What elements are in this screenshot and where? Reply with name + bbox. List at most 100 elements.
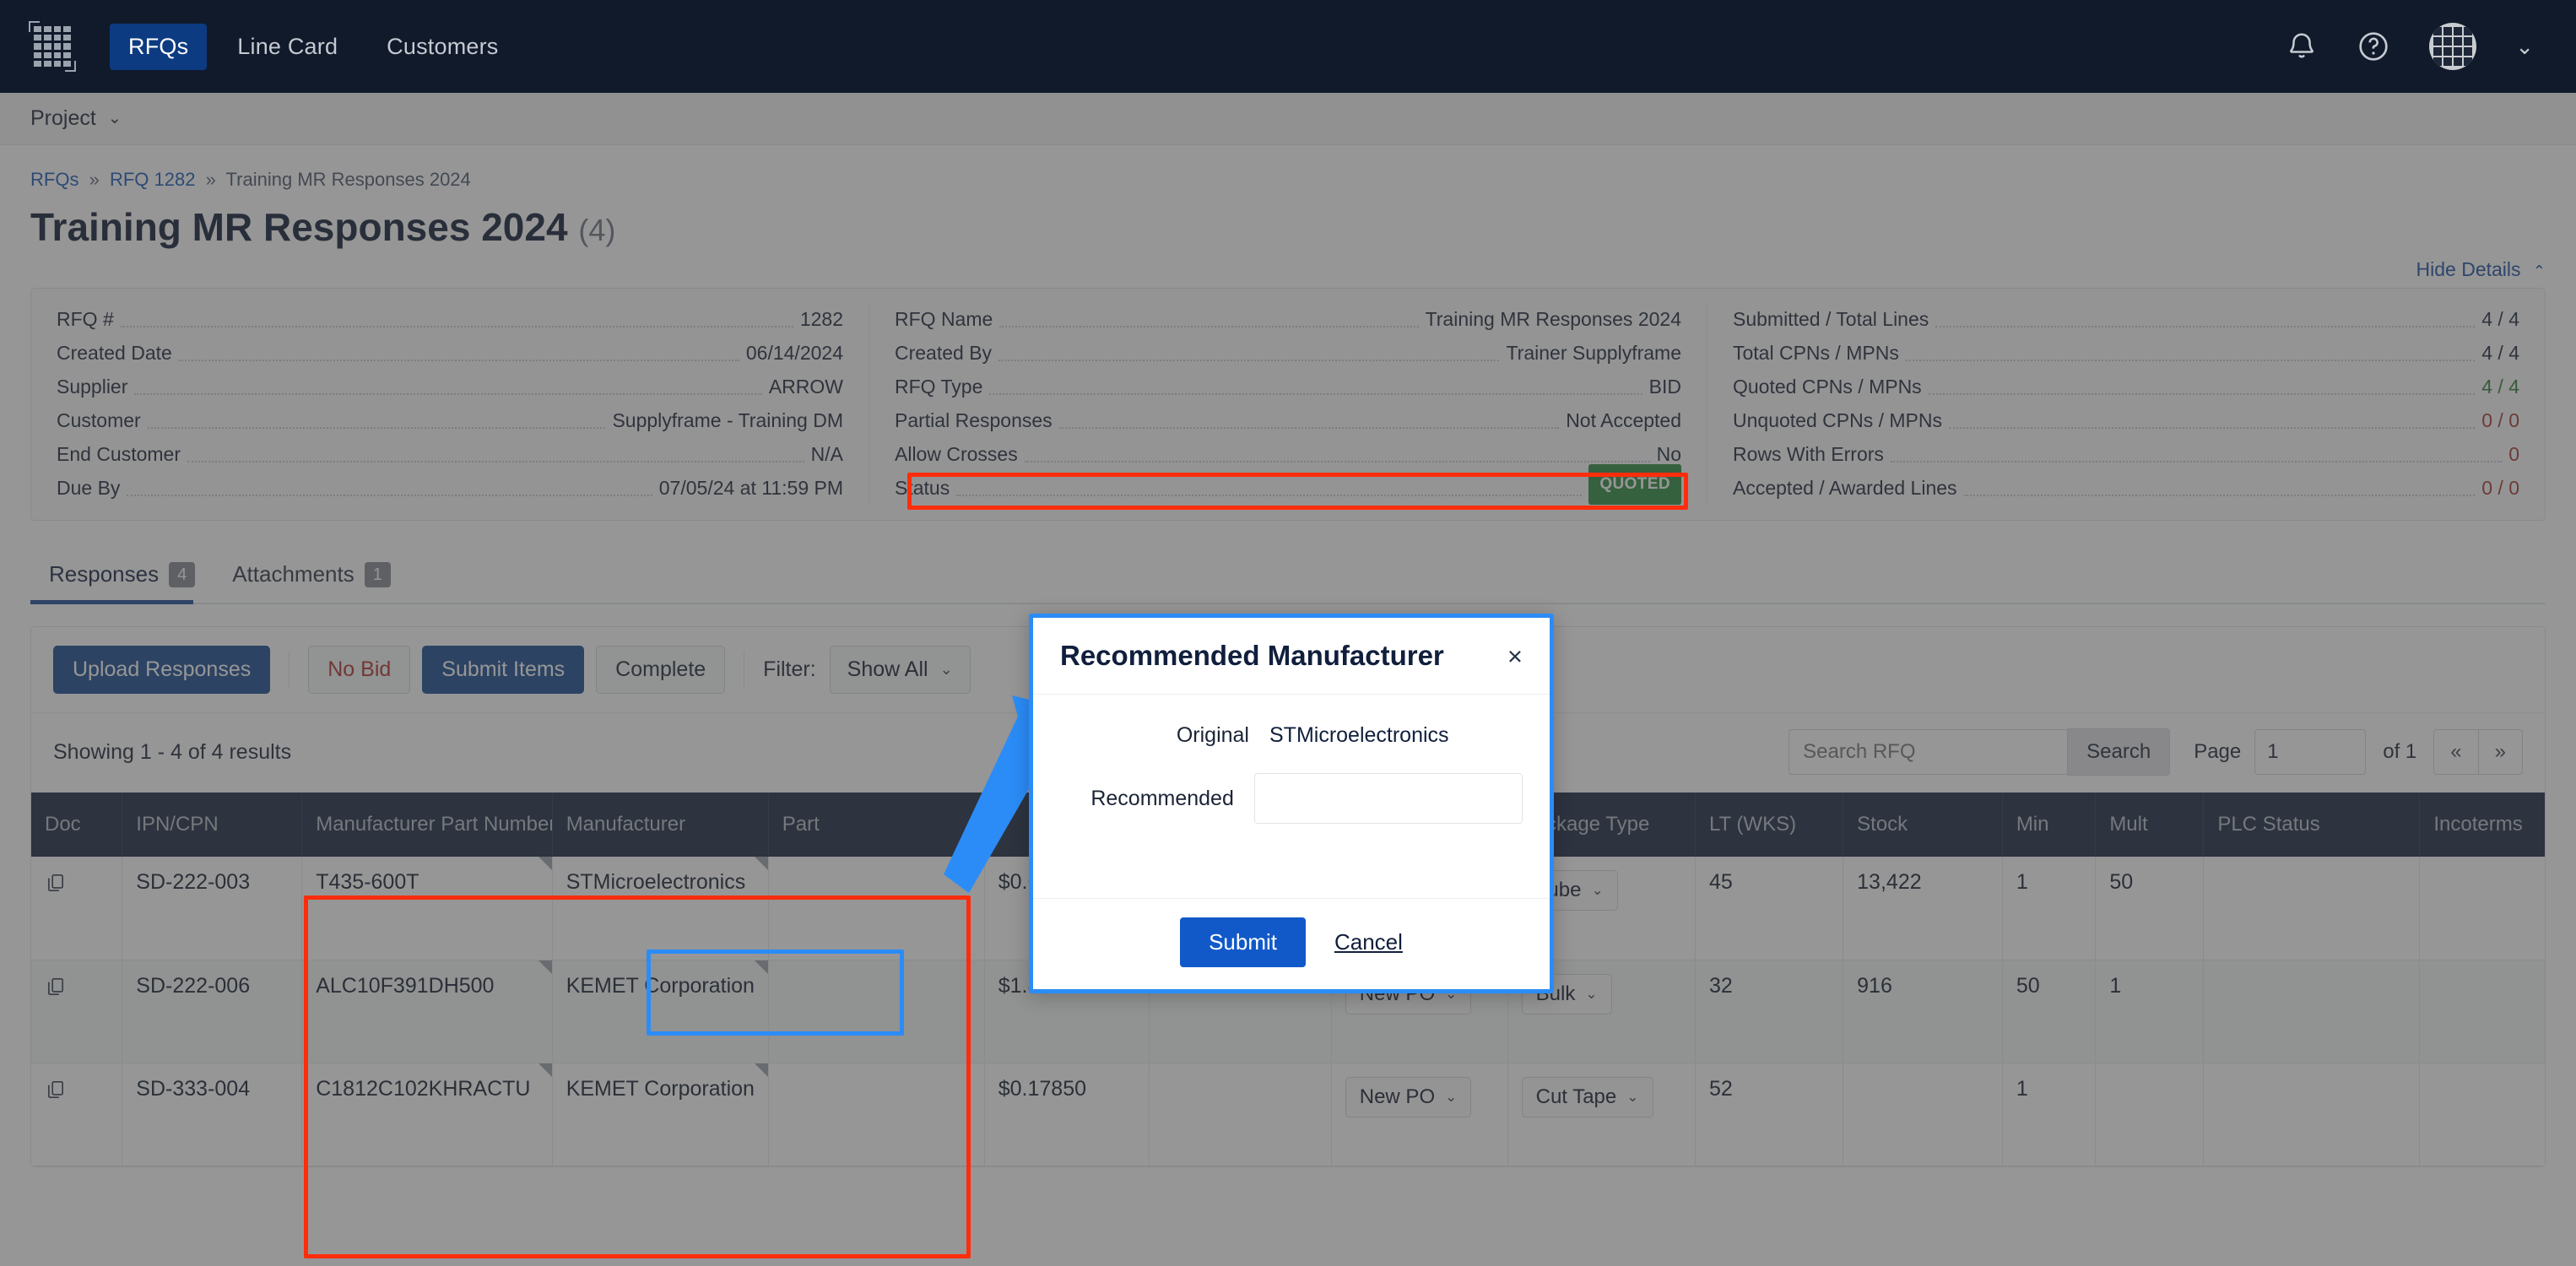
package-type-select[interactable]: Cut Tape ⌄ xyxy=(1521,1076,1653,1117)
page-title-text: Training MR Responses 2024 xyxy=(30,205,568,249)
detail-row: Submitted / Total Lines 4 / 4 xyxy=(1733,302,2519,336)
cell-min[interactable]: 50 xyxy=(2002,960,2097,1063)
table-column-header[interactable]: Mult xyxy=(2095,793,2205,857)
cell-package-type[interactable]: Cut Tape ⌄ xyxy=(1507,1063,1696,1166)
search-button[interactable]: Search xyxy=(2067,728,2171,776)
table-column-header[interactable]: Part xyxy=(768,793,985,857)
showing-results-text: Showing 1 - 4 of 4 results xyxy=(53,739,292,764)
table-column-header[interactable]: Incoterms xyxy=(2419,793,2545,857)
cell-min[interactable]: 1 xyxy=(2002,1063,2097,1166)
cell-lt-wks[interactable]: 52 xyxy=(1695,1063,1844,1166)
detail-row: Unquoted CPNs / MPNs 0 / 0 xyxy=(1733,403,2519,437)
cell-stock[interactable]: 916 xyxy=(1843,960,2003,1063)
bell-icon[interactable] xyxy=(2286,29,2318,64)
recommended-input[interactable] xyxy=(1253,773,1523,824)
breadcrumb-link-rfqs[interactable]: RFQs xyxy=(30,169,78,190)
nav-item-line-card[interactable]: Line Card xyxy=(219,24,356,70)
copy-document-icon[interactable] xyxy=(45,870,67,901)
modal-cancel-link[interactable]: Cancel xyxy=(1334,929,1403,955)
table-row[interactable]: SD-333-004 C1812C102KHRACTU KEMET Corporat… xyxy=(31,1063,2545,1166)
table-column-header[interactable]: Stock xyxy=(1843,793,2003,857)
table-column-header[interactable]: Doc xyxy=(31,793,123,857)
detail-dot-leader xyxy=(134,393,762,395)
table-column-header[interactable]: PLC Status xyxy=(2203,793,2421,857)
cell-ipn-cpn[interactable]: SD-222-006 xyxy=(122,960,303,1063)
cell-lt-wks[interactable]: 45 xyxy=(1695,857,1844,960)
original-manufacturer-row: Original STMicroelectronics xyxy=(1060,723,1523,748)
cell-incoterms[interactable] xyxy=(2419,1063,2545,1166)
cell-ipn-cpn[interactable]: SD-333-004 xyxy=(122,1063,303,1166)
cell-part[interactable] xyxy=(768,960,985,1063)
cell-doc[interactable] xyxy=(31,960,123,1063)
breadcrumb-link-rfq-1282[interactable]: RFQ 1282 xyxy=(110,169,196,190)
tab-responses[interactable]: Responses 4 xyxy=(30,551,214,604)
table-column-header[interactable]: Min xyxy=(2002,793,2097,857)
cell-price[interactable]: $0.17850 xyxy=(984,1063,1150,1166)
detail-row: Accepted / Awarded Lines 0 / 0 xyxy=(1733,471,2519,505)
copy-document-icon[interactable] xyxy=(45,974,67,1005)
cell-incoterms[interactable] xyxy=(2419,857,2545,960)
breadcrumb-separator: » xyxy=(89,169,100,190)
cell-blank[interactable] xyxy=(1149,1063,1332,1166)
package-type-select-value: Cut Tape xyxy=(1535,1085,1617,1108)
table-column-header[interactable]: Manufacturer Part Number xyxy=(301,793,553,857)
detail-key: Created By xyxy=(895,342,993,364)
cell-stock[interactable]: 13,422 xyxy=(1843,857,2003,960)
copy-document-icon[interactable] xyxy=(45,1077,67,1108)
application-select[interactable]: New PO ⌄ xyxy=(1345,1076,1472,1117)
chevron-down-icon[interactable]: ⌄ xyxy=(2515,35,2534,57)
cell-plc-status[interactable] xyxy=(2203,1063,2421,1166)
project-bar[interactable]: Project ⌄ xyxy=(0,93,2576,145)
cell-plc-status[interactable] xyxy=(2203,857,2421,960)
table-column-header[interactable]: Manufacturer xyxy=(552,793,769,857)
cell-ipn-cpn[interactable]: SD-222-003 xyxy=(122,857,303,960)
nav-item-line-card-label: Line Card xyxy=(237,33,338,59)
upload-responses-button[interactable]: Upload Responses xyxy=(53,646,271,694)
cell-application[interactable]: New PO ⌄ xyxy=(1331,1063,1508,1166)
submit-items-button[interactable]: Submit Items xyxy=(422,646,585,694)
cell-min[interactable]: 1 xyxy=(2002,857,2097,960)
cell-incoterms[interactable] xyxy=(2419,960,2545,1063)
question-circle-icon[interactable] xyxy=(2357,30,2390,63)
cell-manufacturer-part-number[interactable]: T435-600T xyxy=(301,857,553,960)
detail-dot-leader xyxy=(1963,495,2476,496)
cell-manufacturer-part-number[interactable]: ALC10F391DH500 xyxy=(301,960,553,1063)
complete-button[interactable]: Complete xyxy=(596,646,726,694)
cell-manufacturer[interactable]: KEMET Corporation xyxy=(552,1063,769,1166)
cell-doc[interactable] xyxy=(31,857,123,960)
grid-logo-icon[interactable] xyxy=(29,21,76,72)
cell-lt-wks[interactable]: 32 xyxy=(1695,960,1844,1063)
cell-part[interactable] xyxy=(768,857,985,960)
cell-part[interactable] xyxy=(768,1063,985,1166)
modal-submit-button[interactable]: Submit xyxy=(1180,917,1306,967)
table-column-header[interactable]: IPN/CPN xyxy=(122,793,303,857)
avatar[interactable] xyxy=(2429,23,2477,70)
cell-mult[interactable] xyxy=(2095,1063,2205,1166)
chevron-down-icon[interactable]: ⌄ xyxy=(108,109,122,128)
cell-manufacturer-part-number[interactable]: C1812C102KHRACTU xyxy=(301,1063,553,1166)
cell-mult[interactable]: 1 xyxy=(2095,960,2205,1063)
cell-stock[interactable] xyxy=(1843,1063,2003,1166)
filter-select[interactable]: Show All ⌄ xyxy=(829,646,971,694)
previous-page-button[interactable]: « xyxy=(2433,729,2479,775)
detail-key: RFQ Type xyxy=(895,376,983,398)
detail-key: Partial Responses xyxy=(895,409,1053,431)
page-number-input[interactable] xyxy=(2254,729,2367,775)
close-icon[interactable]: × xyxy=(1507,643,1523,669)
cell-mult[interactable]: 50 xyxy=(2095,857,2205,960)
tab-attachments[interactable]: Attachments 1 xyxy=(214,551,409,603)
cell-manufacturer[interactable]: STMicroelectronics xyxy=(552,857,769,960)
nav-item-rfqs[interactable]: RFQs xyxy=(110,23,208,70)
cell-doc[interactable] xyxy=(31,1063,123,1166)
hide-details-toggle[interactable]: Hide Details ⌃ xyxy=(30,258,2546,281)
next-page-button[interactable]: » xyxy=(2478,729,2523,775)
detail-row: Allow Crosses No xyxy=(895,437,1681,471)
recommended-label: Recommended xyxy=(1090,786,1234,810)
no-bid-button[interactable]: No Bid xyxy=(308,646,411,694)
cell-manufacturer[interactable]: KEMET Corporation xyxy=(552,960,769,1063)
cell-plc-status[interactable] xyxy=(2203,960,2421,1063)
screen-root: RFQs Line Card Customers ⌄ Project ⌄ RFQ… xyxy=(0,0,2576,1266)
table-column-header[interactable]: LT (WKS) xyxy=(1695,793,1844,857)
nav-item-customers[interactable]: Customers xyxy=(368,24,517,70)
search-input[interactable] xyxy=(1789,729,2068,775)
